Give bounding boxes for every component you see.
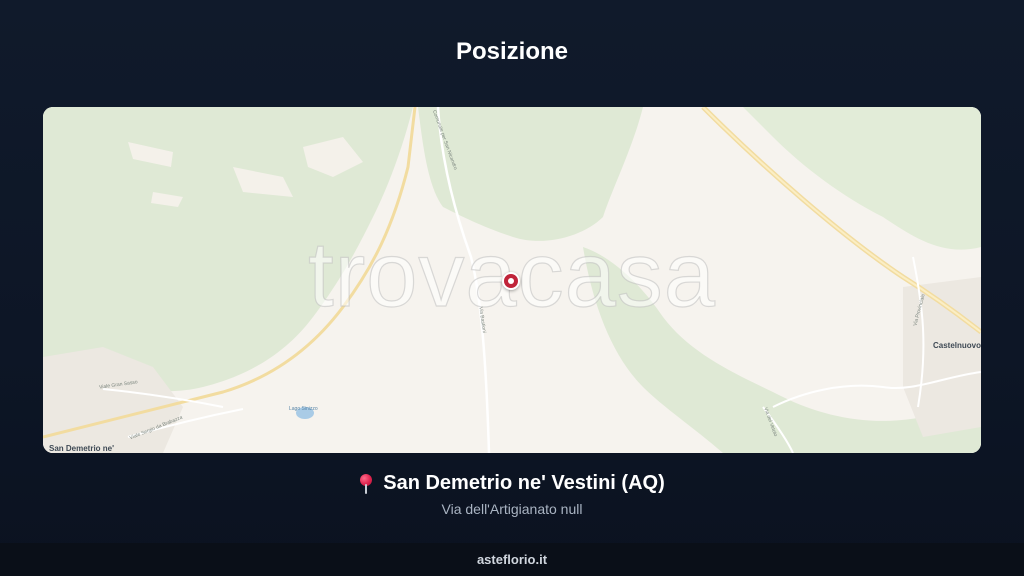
map-label-town-right: Castelnuovo: [933, 341, 981, 350]
location-heading: San Demetrio ne' Vestini (AQ): [0, 472, 1024, 495]
map-label-town-left: San Demetrio ne': [49, 444, 115, 453]
location-name: San Demetrio ne' Vestini (AQ): [383, 472, 665, 494]
map-view[interactable]: trovacasa San Demetrio ne' Castelnuovo L…: [43, 107, 981, 453]
footer-brand[interactable]: asteflorio.it: [477, 552, 547, 567]
location-marker-icon[interactable]: [502, 272, 520, 290]
footer: asteflorio.it: [0, 543, 1024, 576]
map-label-lake: Lago Sinizzo: [289, 406, 318, 412]
location-address: Via dell'Artigianato null: [441, 501, 583, 517]
page-title: Posizione: [455, 38, 569, 65]
round-pushpin-icon: [359, 473, 373, 494]
